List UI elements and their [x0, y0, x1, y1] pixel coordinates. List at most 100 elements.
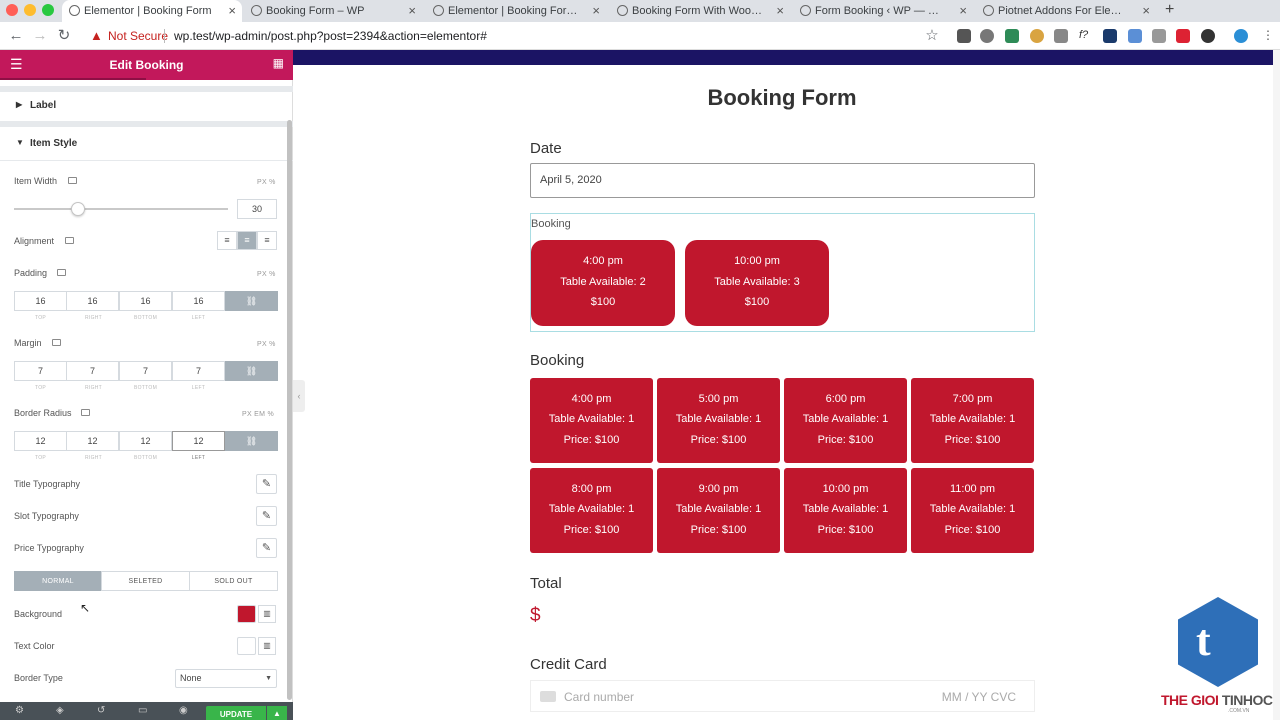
desktop-icon[interactable]: [65, 237, 74, 244]
new-tab-button[interactable]: +: [1165, 0, 1174, 20]
booking-slot[interactable]: 6:00 pm Table Available: 1 Price: $100: [784, 378, 907, 463]
tab-selected[interactable]: SELETED: [101, 571, 190, 591]
radius-left-input[interactable]: 12: [172, 431, 225, 451]
item-width-slider[interactable]: [14, 208, 228, 210]
cloud-icon[interactable]: [1152, 29, 1166, 43]
menu-dots-icon[interactable]: ⋮: [1262, 28, 1274, 42]
margin-right-input[interactable]: 7: [66, 361, 119, 381]
link-values-icon[interactable]: ⛓: [225, 431, 278, 451]
browser-tab-4[interactable]: Form Booking ‹ WP — WordPress ×: [793, 0, 973, 22]
extension-icon[interactable]: [1201, 29, 1215, 43]
margin-left-input[interactable]: 7: [172, 361, 225, 381]
credit-card-input[interactable]: Card number MM / YY CVC: [530, 680, 1035, 712]
units-selector[interactable]: PX %: [257, 179, 276, 186]
margin-top-input[interactable]: 7: [14, 361, 67, 381]
close-tab-icon[interactable]: ×: [1142, 0, 1150, 22]
extension-icon[interactable]: [980, 29, 994, 43]
preview-eye-icon[interactable]: ◉: [179, 705, 188, 716]
extension-icon[interactable]: [957, 29, 971, 43]
radius-bottom-input[interactable]: 12: [119, 431, 172, 451]
maximize-window-button[interactable]: [42, 4, 54, 16]
history-icon[interactable]: ↺: [97, 705, 105, 716]
minimize-window-button[interactable]: [24, 4, 36, 16]
bookmark-star-icon[interactable]: ☆: [922, 26, 942, 46]
units-selector[interactable]: PX %: [257, 341, 276, 348]
close-window-button[interactable]: [6, 4, 18, 16]
tab-sold-out[interactable]: SOLD OUT: [189, 571, 278, 591]
cookie-icon[interactable]: [1030, 29, 1044, 43]
link-values-icon[interactable]: ⛓: [225, 361, 278, 381]
extension-icon[interactable]: [1128, 29, 1142, 43]
extension-icon[interactable]: [1005, 29, 1019, 43]
desktop-icon[interactable]: [52, 339, 61, 346]
padding-bottom-input[interactable]: 16: [119, 291, 172, 311]
units-selector[interactable]: PX EM %: [242, 411, 274, 418]
pencil-icon[interactable]: ✎: [256, 538, 277, 558]
booking-slot[interactable]: 8:00 pm Table Available: 1 Price: $100: [530, 468, 653, 553]
padding-top-input[interactable]: 16: [14, 291, 67, 311]
extension-icon[interactable]: [1176, 29, 1190, 43]
settings-gear-icon[interactable]: ⚙: [15, 705, 24, 716]
radius-top-input[interactable]: 12: [14, 431, 67, 451]
units-selector[interactable]: PX %: [257, 271, 276, 278]
desktop-icon[interactable]: [68, 177, 77, 184]
date-input[interactable]: April 5, 2020: [530, 163, 1035, 198]
booking-slot[interactable]: 7:00 pm Table Available: 1 Price: $100: [911, 378, 1034, 463]
close-tab-icon[interactable]: ×: [959, 0, 967, 22]
background-color-swatch[interactable]: [237, 605, 256, 623]
layers-icon[interactable]: ◈: [56, 705, 64, 716]
browser-tab-3[interactable]: Booking Form With Woocommerce ×: [610, 0, 790, 22]
section-label[interactable]: ▶ Label: [0, 89, 293, 123]
align-right-icon[interactable]: ≡: [257, 231, 277, 250]
desktop-icon[interactable]: [57, 269, 66, 276]
trash-icon[interactable]: ▥: [258, 637, 276, 655]
back-arrow-icon[interactable]: ←: [6, 26, 26, 46]
booking-widget-selected[interactable]: Booking 4:00 pm Table Available: 2 $100 …: [530, 213, 1035, 332]
browser-tab-1[interactable]: Booking Form – WP ×: [244, 0, 422, 22]
url-text[interactable]: wp.test/wp-admin/post.php?post=2394&acti…: [174, 29, 487, 43]
apps-grid-icon[interactable]: ▦: [273, 56, 284, 70]
forward-arrow-icon[interactable]: →: [30, 26, 50, 46]
camera-icon[interactable]: [1054, 29, 1068, 43]
align-center-icon[interactable]: ≡: [237, 231, 257, 250]
update-button[interactable]: UPDATE: [206, 706, 266, 720]
browser-tab-0[interactable]: Elementor | Booking Form ×: [62, 0, 242, 22]
close-tab-icon[interactable]: ×: [408, 0, 416, 22]
margin-bottom-input[interactable]: 7: [119, 361, 172, 381]
padding-right-input[interactable]: 16: [66, 291, 119, 311]
text-color-swatch[interactable]: [237, 637, 256, 655]
booking-slot[interactable]: 4:00 pm Table Available: 2 $100: [531, 240, 675, 326]
booking-slot[interactable]: 5:00 pm Table Available: 1 Price: $100: [657, 378, 780, 463]
panel-scrollbar[interactable]: [287, 120, 292, 700]
collapse-panel-icon[interactable]: ‹: [293, 380, 305, 412]
font-icon[interactable]: f?: [1079, 29, 1093, 43]
item-width-input[interactable]: 30: [237, 199, 277, 219]
section-item-style[interactable]: ▼ Item Style: [0, 127, 293, 161]
extension-icon[interactable]: [1103, 29, 1117, 43]
trash-icon[interactable]: ▥: [258, 605, 276, 623]
booking-slot[interactable]: 10:00 pm Table Available: 3 $100: [685, 240, 829, 326]
close-tab-icon[interactable]: ×: [776, 0, 784, 22]
not-secure-label[interactable]: Not Secure: [108, 29, 168, 43]
close-tab-icon[interactable]: ×: [228, 0, 236, 22]
booking-slot[interactable]: 9:00 pm Table Available: 1 Price: $100: [657, 468, 780, 553]
booking-slot[interactable]: 10:00 pm Table Available: 1 Price: $100: [784, 468, 907, 553]
pencil-icon[interactable]: ✎: [256, 506, 277, 526]
update-options-icon[interactable]: ▲: [267, 706, 287, 720]
browser-tab-2[interactable]: Elementor | Booking Form With W ×: [426, 0, 606, 22]
close-tab-icon[interactable]: ×: [592, 0, 600, 22]
profile-avatar[interactable]: [1234, 29, 1248, 43]
align-left-icon[interactable]: ≡: [217, 231, 237, 250]
padding-left-input[interactable]: 16: [172, 291, 225, 311]
reload-icon[interactable]: ↻: [54, 26, 74, 46]
booking-slot[interactable]: 11:00 pm Table Available: 1 Price: $100: [911, 468, 1034, 553]
link-values-icon[interactable]: ⛓: [225, 291, 278, 311]
border-type-select[interactable]: None ▼: [175, 669, 277, 688]
pencil-icon[interactable]: ✎: [256, 474, 277, 494]
booking-slot[interactable]: 4:00 pm Table Available: 1 Price: $100: [530, 378, 653, 463]
desktop-icon[interactable]: [81, 409, 90, 416]
responsive-icon[interactable]: ▭: [138, 705, 147, 716]
url-box[interactable]: ▲ Not Secure wp.test/wp-admin/post.php?p…: [82, 25, 948, 47]
tab-normal[interactable]: NORMAL: [14, 571, 102, 591]
browser-tab-5[interactable]: Piotnet Addons For Elementor (P ×: [976, 0, 1156, 22]
